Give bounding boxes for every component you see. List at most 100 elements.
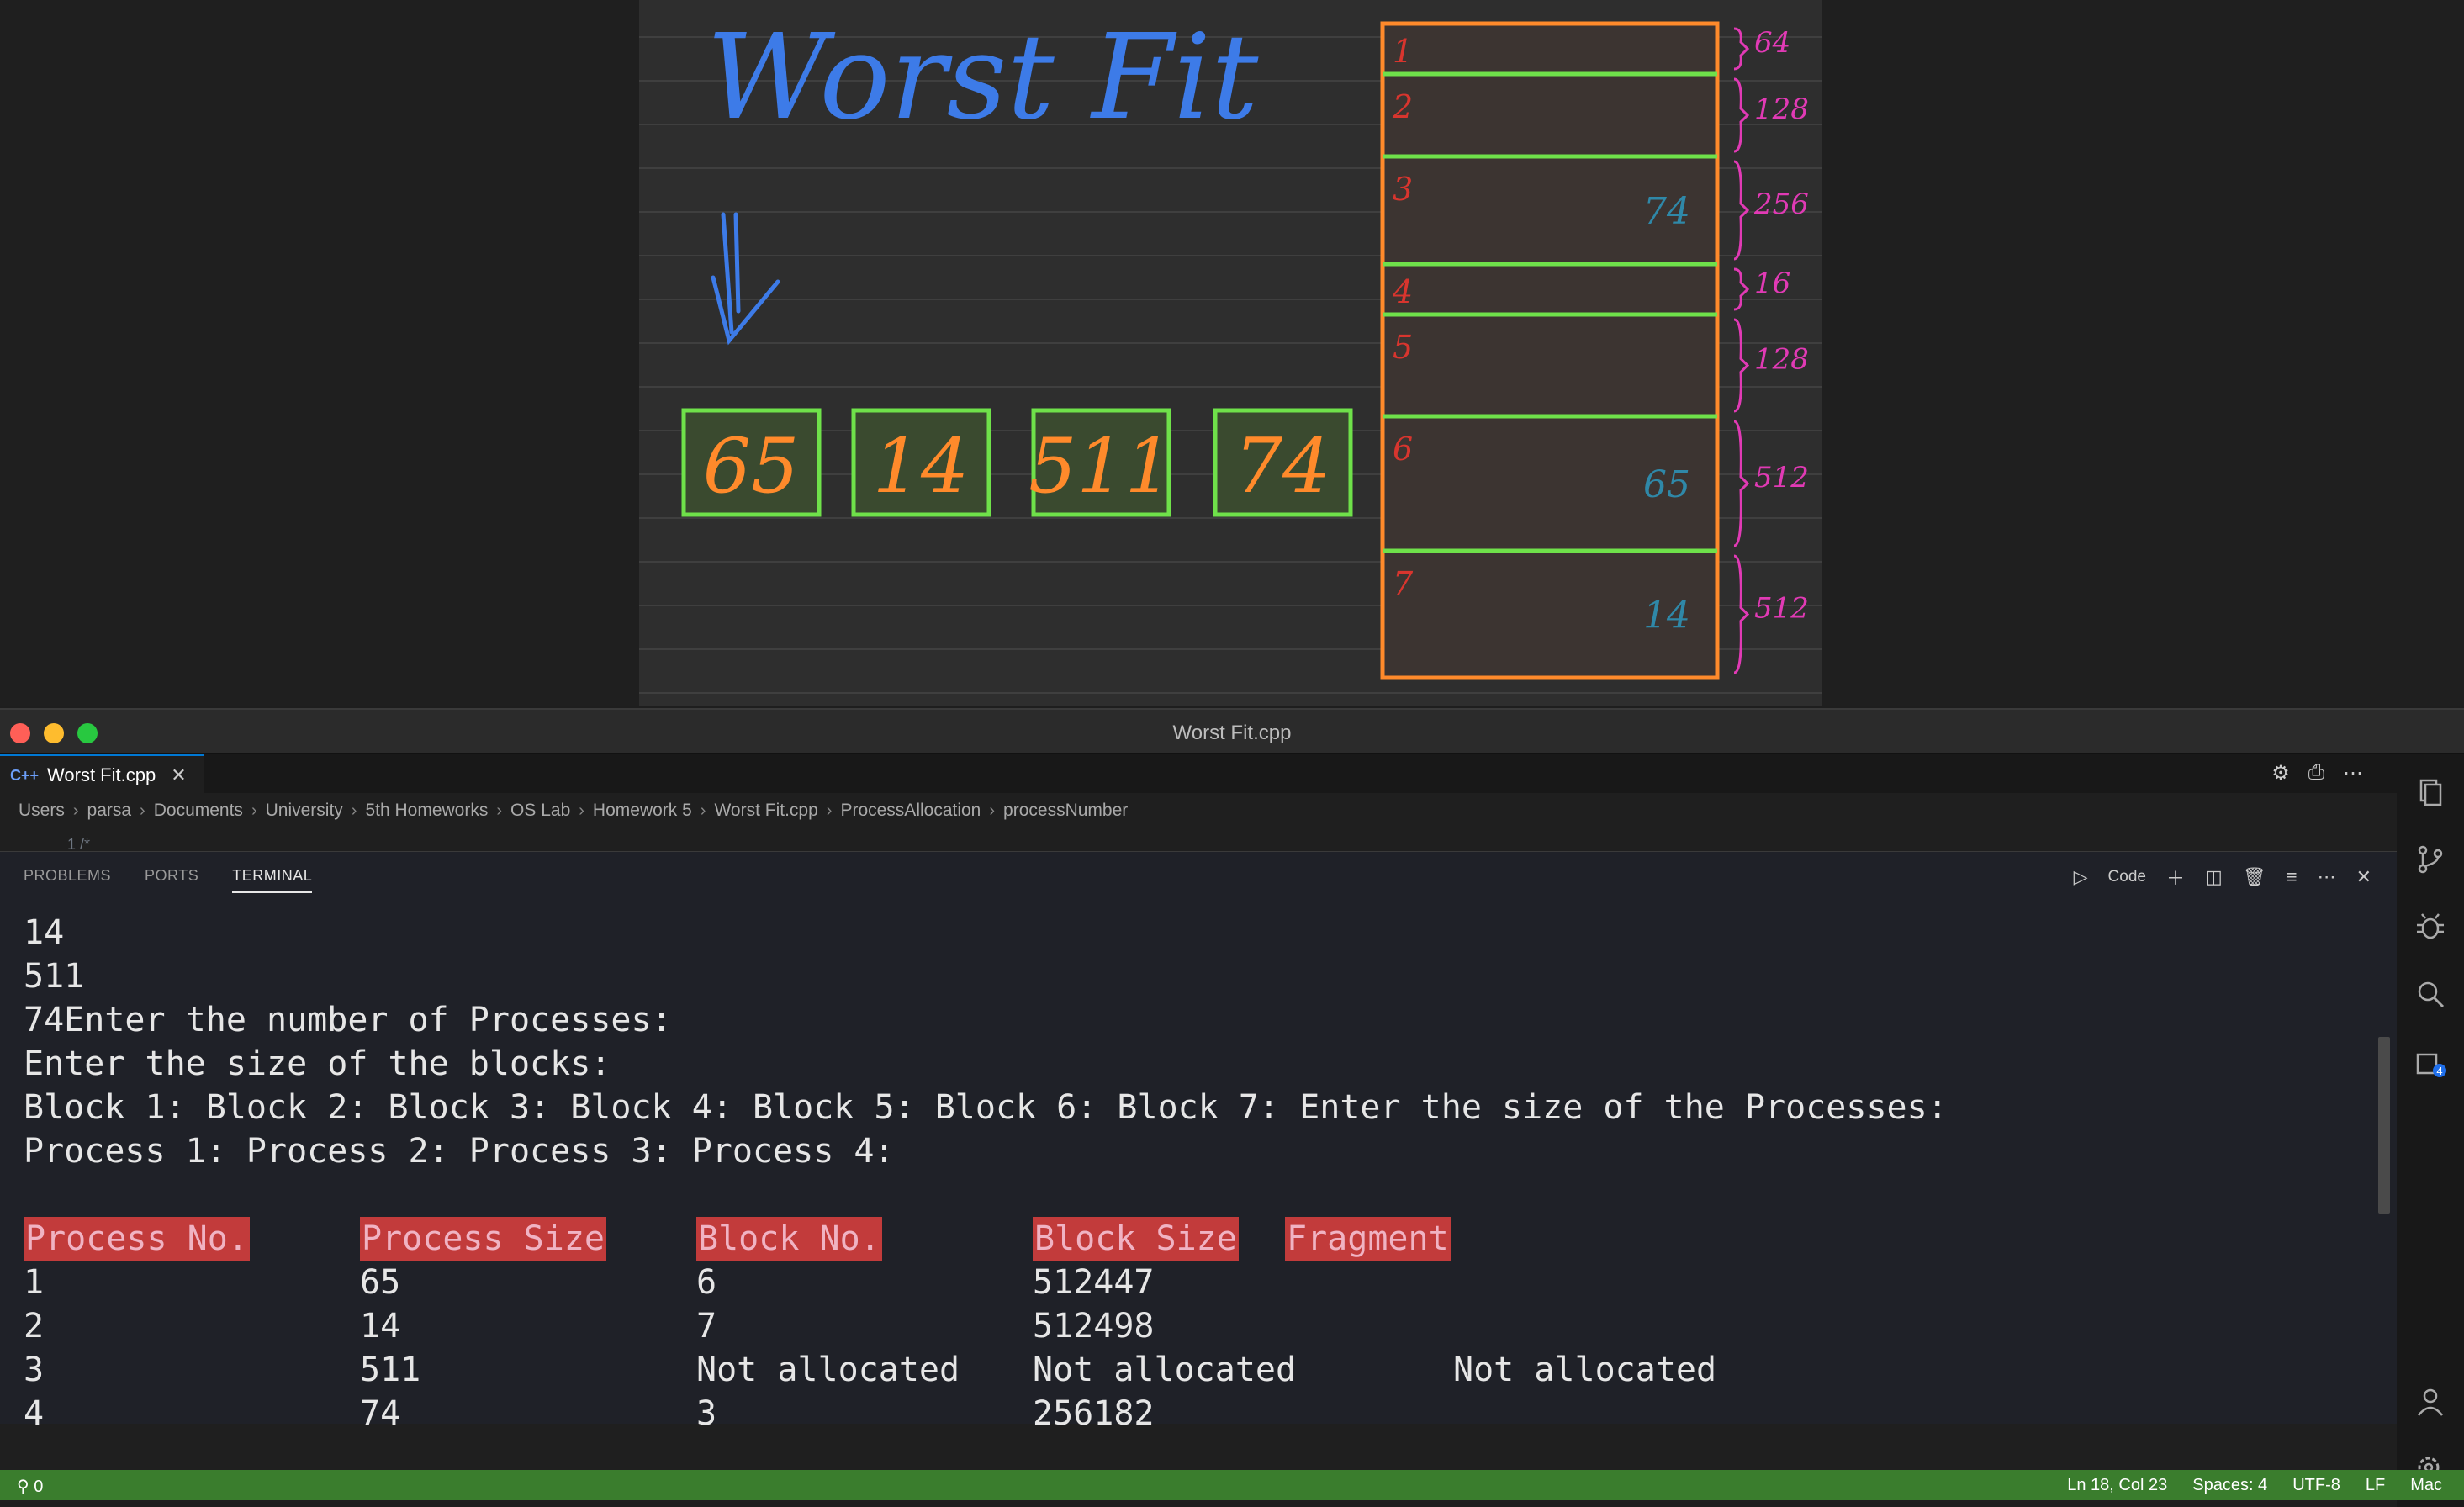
- brace-icon: [1733, 27, 1750, 71]
- breadcrumb-item[interactable]: Documents: [154, 801, 243, 821]
- remote-indicator[interactable]: ⚲ 0: [17, 1476, 43, 1497]
- editor-toolbar: ⚙ ⎙ ⋯: [2271, 761, 2363, 785]
- table-cell: 65: [360, 1263, 401, 1302]
- table-cell: 511: [360, 1351, 421, 1389]
- extensions-icon[interactable]: 4: [2414, 1044, 2447, 1078]
- breadcrumb-item[interactable]: ProcessAllocation: [840, 801, 981, 821]
- table-row: 4 74 3 256182: [24, 1392, 2378, 1436]
- end-of-line[interactable]: LF: [2366, 1476, 2385, 1495]
- new-terminal-icon[interactable]: ＋: [2166, 864, 2185, 891]
- brace-icon: [1733, 267, 1750, 311]
- indentation[interactable]: Spaces: 4: [2192, 1476, 2267, 1495]
- breadcrumb-item[interactable]: processNumber: [1003, 801, 1128, 821]
- terminal-line: Block 1: Block 2: Block 3: Block 4: Bloc…: [24, 1088, 1948, 1127]
- panel-more-icon[interactable]: ⋯: [2318, 866, 2336, 888]
- block-number-label: 3: [1393, 171, 1413, 208]
- brace-icon: [1733, 77, 1750, 153]
- terminal-line: 511: [24, 957, 85, 996]
- breadcrumb-separator-icon: ›: [700, 801, 706, 820]
- cpp-file-icon: C++: [10, 766, 40, 784]
- breadcrumb-separator-icon: ›: [72, 801, 79, 820]
- block-number-label: 5: [1393, 329, 1413, 366]
- print-icon[interactable]: ⎙: [2308, 761, 2324, 785]
- tab-problems[interactable]: PROBLEMS: [24, 867, 111, 893]
- block-number-label: 6: [1393, 431, 1413, 468]
- whiteboard: Worst Fit 65 14 511 74 1 64 2 128 3 74 256 4 16 5 128 6 6…: [639, 0, 1822, 706]
- terminal-line: 14: [24, 913, 65, 952]
- extensions-badge: 4: [2436, 1065, 2442, 1077]
- block-size-label: 64: [1754, 26, 1790, 60]
- close-tab-icon[interactable]: ✕: [171, 764, 186, 786]
- table-header-cell: Block Size: [1033, 1217, 1239, 1261]
- breadcrumb-separator-icon: ›: [496, 801, 503, 820]
- block-size-label: 128: [1754, 343, 1809, 377]
- breadcrumb: Users › parsa › Documents › University › 5th Hom…: [19, 801, 1128, 821]
- account-icon[interactable]: [2414, 1385, 2447, 1419]
- block-size-label: 16: [1754, 267, 1790, 300]
- search-icon[interactable]: [2414, 977, 2447, 1011]
- breadcrumb-separator-icon: ›: [579, 801, 584, 820]
- terminal-profile-icon[interactable]: ▷: [2074, 866, 2088, 888]
- panel-toolbar: ▷ Code ＋ ◫ 🗑 ≡ ⋯ ✕: [2074, 864, 2371, 891]
- bottom-panel: PROBLEMS PORTS TERMINAL ▷ Code ＋ ◫ 🗑 ≡ ⋯…: [0, 851, 2397, 1433]
- terminal-output[interactable]: 14 511 74Enter the number of Processes: Ent…: [24, 911, 2378, 1436]
- clear-terminal-icon[interactable]: ≡: [2287, 866, 2297, 888]
- terminal-scrollbar[interactable]: [2378, 1037, 2390, 1214]
- cursor-position[interactable]: Ln 18, Col 23: [2067, 1476, 2167, 1495]
- table-cell: 7: [696, 1307, 717, 1346]
- debug-icon[interactable]: [2414, 910, 2447, 944]
- language-mode[interactable]: Mac: [2410, 1476, 2442, 1495]
- title-bar: Worst Fit.cpp: [0, 710, 2464, 754]
- more-actions-icon[interactable]: ⋯: [2343, 761, 2363, 785]
- block-number-label: 2: [1392, 88, 1413, 125]
- table-header-cell: Process Size: [360, 1217, 606, 1261]
- table-cell: 3: [24, 1351, 45, 1389]
- table-cell: 2: [24, 1307, 45, 1346]
- assigned-process-label: 74: [1643, 190, 1690, 233]
- breadcrumb-item[interactable]: parsa: [87, 801, 132, 821]
- table-header-cell: Block No.: [696, 1217, 882, 1261]
- table-header-cell: Process No.: [24, 1217, 250, 1261]
- table-cell: 512498: [1033, 1307, 1155, 1346]
- tab-worst-fit[interactable]: C++ Worst Fit.cpp ✕: [0, 754, 204, 795]
- breadcrumb-item[interactable]: OS Lab: [510, 801, 570, 821]
- memory-column: [1380, 21, 1720, 680]
- table-cell: 4: [24, 1394, 45, 1433]
- table-cell: 256182: [1033, 1394, 1155, 1433]
- explorer-icon[interactable]: [2414, 775, 2447, 809]
- process-size-label: 65: [703, 422, 800, 510]
- assigned-process-label: 14: [1643, 595, 1690, 637]
- brace-icon: [1733, 160, 1750, 261]
- breadcrumb-item[interactable]: University: [266, 801, 343, 821]
- whiteboard-title: Worst Fit: [706, 9, 1259, 146]
- breadcrumb-separator-icon: ›: [140, 801, 145, 820]
- breadcrumb-item[interactable]: Homework 5: [593, 801, 692, 821]
- close-panel-icon[interactable]: ✕: [2356, 866, 2371, 888]
- assigned-process-label: 65: [1643, 463, 1690, 506]
- table-cell: 6: [696, 1263, 717, 1302]
- process-size-label: 511: [1028, 422, 1173, 510]
- source-control-icon[interactable]: [2414, 843, 2447, 876]
- terminal-profile-label[interactable]: Code: [2108, 868, 2146, 886]
- kill-terminal-icon[interactable]: 🗑: [2243, 866, 2266, 888]
- block-size-label: 512: [1754, 592, 1809, 626]
- table-cell: Not allocated: [1453, 1351, 1717, 1389]
- breadcrumb-item[interactable]: Worst Fit.cpp: [714, 801, 817, 821]
- encoding[interactable]: UTF-8: [2292, 1476, 2340, 1495]
- tab-terminal[interactable]: TERMINAL: [232, 867, 313, 893]
- down-arrow-icon: [711, 212, 780, 346]
- window-title: Worst Fit.cpp: [1172, 722, 1292, 744]
- breadcrumb-item[interactable]: 5th Homeworks: [365, 801, 488, 821]
- table-cell: Not allocated: [1033, 1351, 1297, 1389]
- terminal-line: Enter the size of the blocks:: [24, 1044, 611, 1083]
- table-cell: 74: [360, 1394, 401, 1433]
- table-cell: 1: [24, 1263, 45, 1302]
- breadcrumb-item[interactable]: Users: [19, 801, 65, 821]
- whiteboard-drawing: Worst Fit 65 14 511 74 1 64 2 128 3 74 256 4 16 5 128 6 6…: [639, 9, 1822, 694]
- run-debug-icon[interactable]: ⚙: [2271, 761, 2290, 785]
- split-terminal-icon[interactable]: ◫: [2205, 866, 2223, 888]
- terminal-line: Process 1: Process 2: Process 3: Process…: [24, 1132, 895, 1171]
- table-row: 3 511 Not allocated Not allocated Not alloca…: [24, 1348, 2378, 1392]
- table-cell: 3: [696, 1394, 717, 1433]
- tab-ports[interactable]: PORTS: [145, 867, 198, 893]
